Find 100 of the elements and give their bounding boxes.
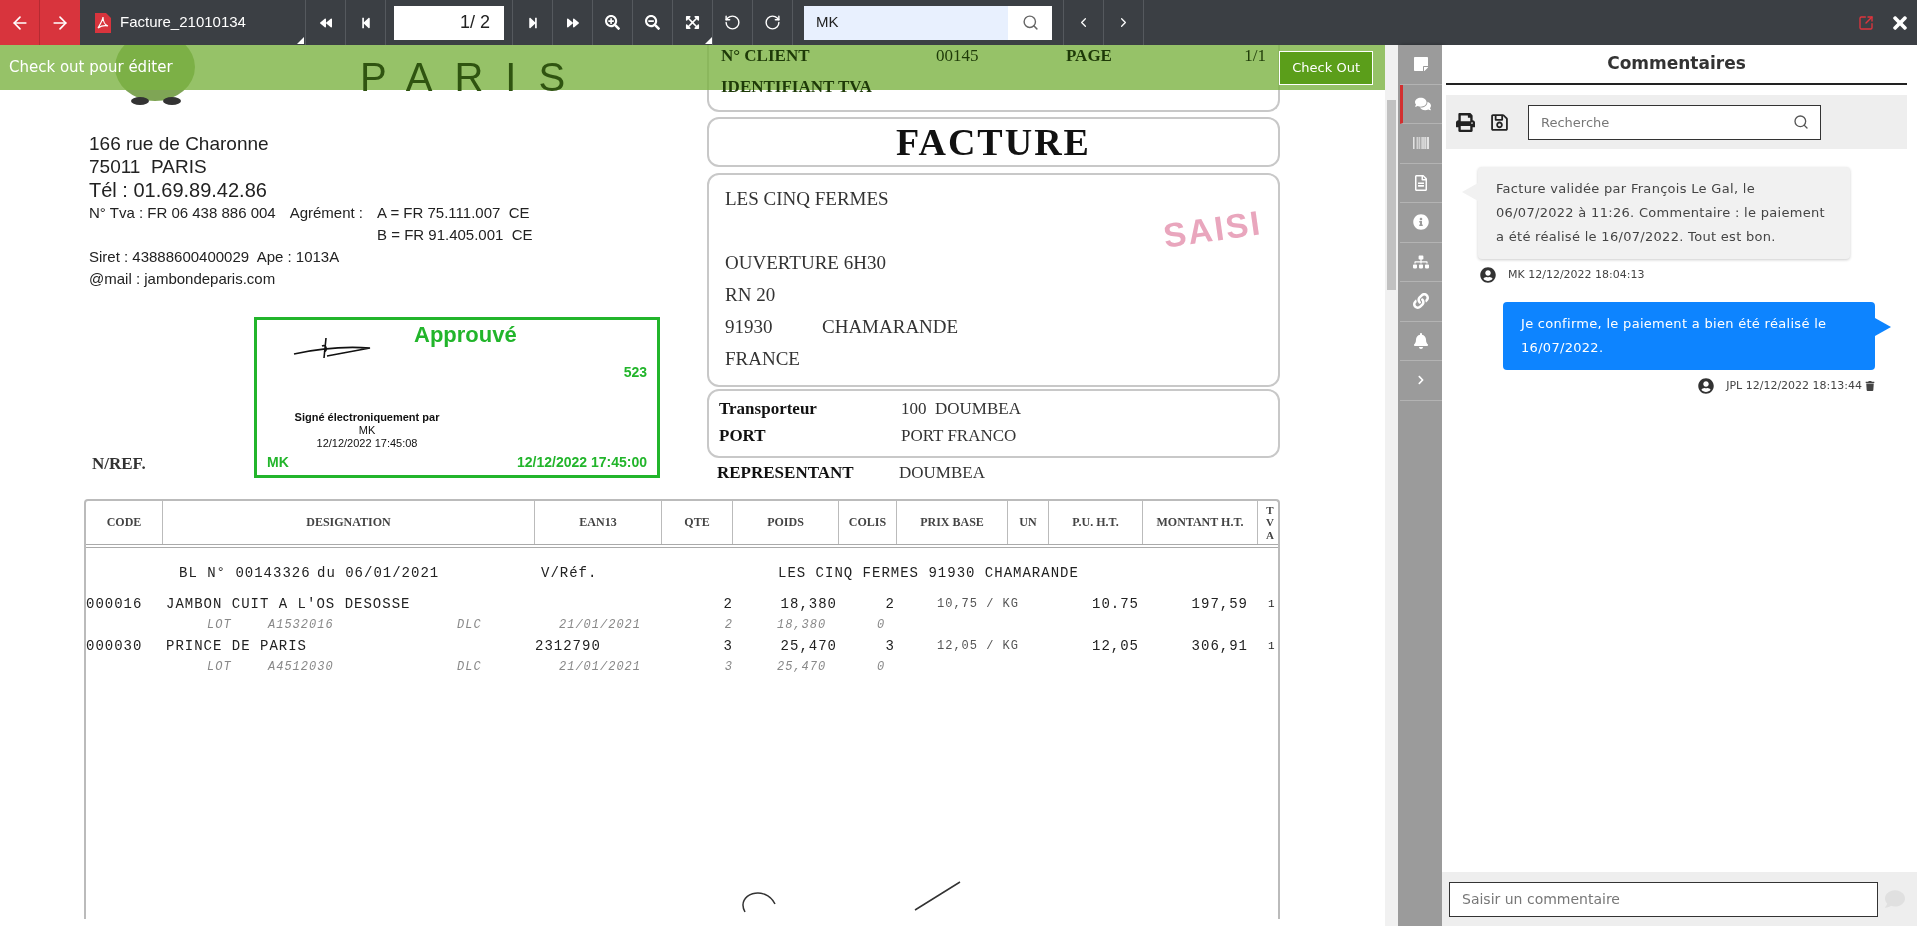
column-header: CODE [105,516,143,529]
save-button[interactable] [1490,112,1509,132]
lot-number: A4512030 [268,659,335,676]
rotate-left-icon [724,14,741,31]
forward-button[interactable] [40,0,80,45]
logo-text: PARIS [360,54,588,101]
recipient-name: LES CINQ FERMES [725,187,890,211]
recipient-postcode: 91930 [725,315,774,339]
reference-label: N/REF. [92,453,146,473]
table-cell-text: 10.75 [1091,594,1140,614]
hierarchy-icon [1413,253,1429,270]
print-button[interactable] [1456,112,1475,132]
search-icon[interactable] [1021,14,1039,31]
table-cell-text: 25,470 [779,636,838,656]
column-header: PRIX BASE [919,516,985,529]
client-number: 00145 [936,45,980,67]
table-cell-text: PRINCE DE PARIS [165,636,309,656]
search-field[interactable]: MK [804,5,1052,40]
page-label: PAGE [1066,45,1113,67]
signature-caption: Signé électroniquement par [294,411,440,424]
external-link-icon [1858,14,1874,31]
corner-mark-icon [297,37,304,44]
next-page-icon [526,16,539,29]
back-button[interactable] [0,0,40,45]
address-line: Tél : 01.69.89.42.86 [89,178,268,202]
info-icon [1413,214,1429,231]
bubble-tail [1875,317,1891,336]
delete-icon[interactable] [1865,380,1875,391]
table-cell-text: 000030 [86,636,144,656]
column-header: MONTANT H.T. [1155,516,1245,529]
table-cell-text: 10,75 / KG [936,596,1020,613]
email-line: @mail : jambondeparis.com [89,269,277,289]
agrement-value: A = FR 75.111.007 CE [377,203,531,223]
approver-initials: MK [267,453,289,472]
representative-value: DOUMBEA [899,462,985,484]
table-cell-text: 18,380 [779,594,838,614]
user-avatar-icon [1480,267,1496,284]
page-field[interactable]: 1/ 2 [394,5,504,40]
table-cell-text: 2 [884,594,896,614]
client-label: N° CLIENT [721,45,811,67]
first-page-icon [319,16,332,29]
approval-number: 523 [623,363,647,382]
scrollbar[interactable] [1385,45,1398,926]
lot-label: LOT [207,659,233,676]
barcode-icon [1413,135,1429,152]
table-cell-text: 12,05 / KG [936,638,1020,655]
delivery-note-text: LES CINQ FERMES 91930 CHAMARANDE [778,563,1079,583]
lot-quantity: 3 [723,659,733,676]
pdf-file-icon [95,12,111,33]
comment-search-field[interactable]: Recherche [1528,104,1821,140]
chevron-right-icon [1416,375,1426,386]
recipient-address-line: OUVERTURE 6H30 [725,251,887,275]
delivery-note-text: BL N° 00143326 [179,563,312,583]
vat-number: N° Tva : FR 06 438 886 004 [89,203,276,223]
siret-line: Siret : 43888600400029 Ape : 1013A [89,247,341,267]
page-value: 1/1 [1244,45,1266,67]
column-header: QTE [683,516,711,529]
column-header: POIDS [766,516,805,529]
agrement-label: Agrément : [289,203,364,223]
table-cell-text: 306,91 [1190,636,1249,656]
zoom-out-icon [645,15,660,30]
dlc-date: 21/01/2021 [558,617,642,634]
comment-meta: MK 12/12/2022 18:04:13 [1508,267,1645,283]
comment-input-field[interactable]: Saisir un commentaire [1449,881,1878,917]
dlc-label: DLC [457,659,482,676]
transport-label: Transporteur [719,398,818,420]
lot-weight: 18,380 [776,617,828,634]
dlc-label: DLC [457,617,482,634]
recipient-address-line: RN 20 [725,283,777,307]
dlc-date: 21/01/2021 [558,659,642,676]
lot-packages: 0 [876,659,887,676]
signature-caption: MK [358,424,376,437]
zoom-in-icon [605,15,620,30]
table-cell-text: 197,59 [1190,594,1249,614]
column-header: COLIS [847,516,888,529]
approval-title: Approuvé [414,322,517,348]
table-cell-text: 12,05 [1091,636,1140,656]
scroll-thumb[interactable] [1387,100,1396,290]
banner-message: Check out pour éditer [9,57,173,79]
table-cell: 2312790 [535,637,601,654]
bell-icon [1413,332,1429,349]
representative-label: REPRESENTANT [717,462,855,484]
lot-packages: 0 [876,617,887,634]
last-page-icon [566,16,579,29]
table-cell-text: 1 [1267,638,1277,654]
column-header: UN [1018,516,1038,529]
lot-weight: 25,470 [776,659,828,676]
lot-label: LOT [207,617,233,634]
transport-value: PORT FRANCO [901,425,1017,447]
address-line: 166 rue de Charonne [89,132,270,155]
table-cell-text: 3 [884,636,896,656]
rotate-right-icon [764,14,781,31]
recipient-city: CHAMARANDE [822,315,959,339]
document-icon [1413,174,1429,191]
column-header: P.U. H.T. [1071,516,1120,529]
search-icon[interactable] [1793,113,1809,130]
note-icon [1413,56,1429,73]
column-header: EAN13 [578,516,618,529]
comment-meta: JPL 12/12/2022 18:13:44 [1726,377,1862,394]
user-avatar-icon [1698,377,1715,394]
